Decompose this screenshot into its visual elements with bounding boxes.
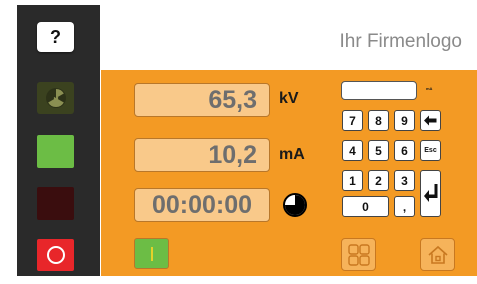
key-comma[interactable]: , [394,196,415,217]
key-8[interactable]: 8 [368,110,389,131]
header: Ihr Firmenlogo [101,5,477,70]
keypad-grid-icon [347,243,370,266]
key-9[interactable]: 9 [394,110,415,131]
keypad-display [341,81,417,100]
home-icon [427,245,448,264]
enter-key[interactable] [420,170,441,217]
keypad-display-unit: mA [426,86,433,91]
key-5[interactable]: 5 [368,140,389,161]
backspace-key[interactable] [420,110,441,131]
voltage-field[interactable]: 65,3 [134,83,270,117]
key-6[interactable]: 6 [394,140,415,161]
key-2[interactable]: 2 [368,170,389,191]
key-7[interactable]: 7 [342,110,363,131]
fault-indicator [37,187,74,220]
current-unit: mA [279,146,305,163]
timer-field[interactable]: 00:00:00 [134,188,270,222]
power-off-button[interactable] [37,239,74,271]
start-button[interactable] [134,238,169,269]
key-4[interactable]: 4 [342,140,363,161]
control-panel: 65,3 kV 10,2 mA 00:00:00 mA 7 8 9 4 5 6 … [101,70,477,276]
company-logo-text: Ihr Firmenlogo [339,31,463,52]
ready-indicator [37,135,74,168]
help-button[interactable]: ? [37,22,74,52]
key-1[interactable]: 1 [342,170,363,191]
key-3[interactable]: 3 [394,170,415,191]
esc-key[interactable]: Esc [420,140,441,161]
current-field[interactable]: 10,2 [134,138,270,172]
enter-icon [423,183,437,202]
app-window: ? Ihr Firmenlogo 65,3 kV 10,2 mA 00:00:0… [0,0,477,284]
voltage-unit: kV [279,90,299,107]
off-icon [46,246,65,264]
clock-icon [283,193,307,217]
key-0[interactable]: 0 [342,196,389,217]
radiation-indicator [37,82,74,114]
keypad-toggle-button[interactable] [341,238,376,271]
start-icon [151,247,153,261]
arrow-left-icon [424,115,437,126]
home-button[interactable] [420,238,455,271]
radiation-icon [45,88,66,108]
